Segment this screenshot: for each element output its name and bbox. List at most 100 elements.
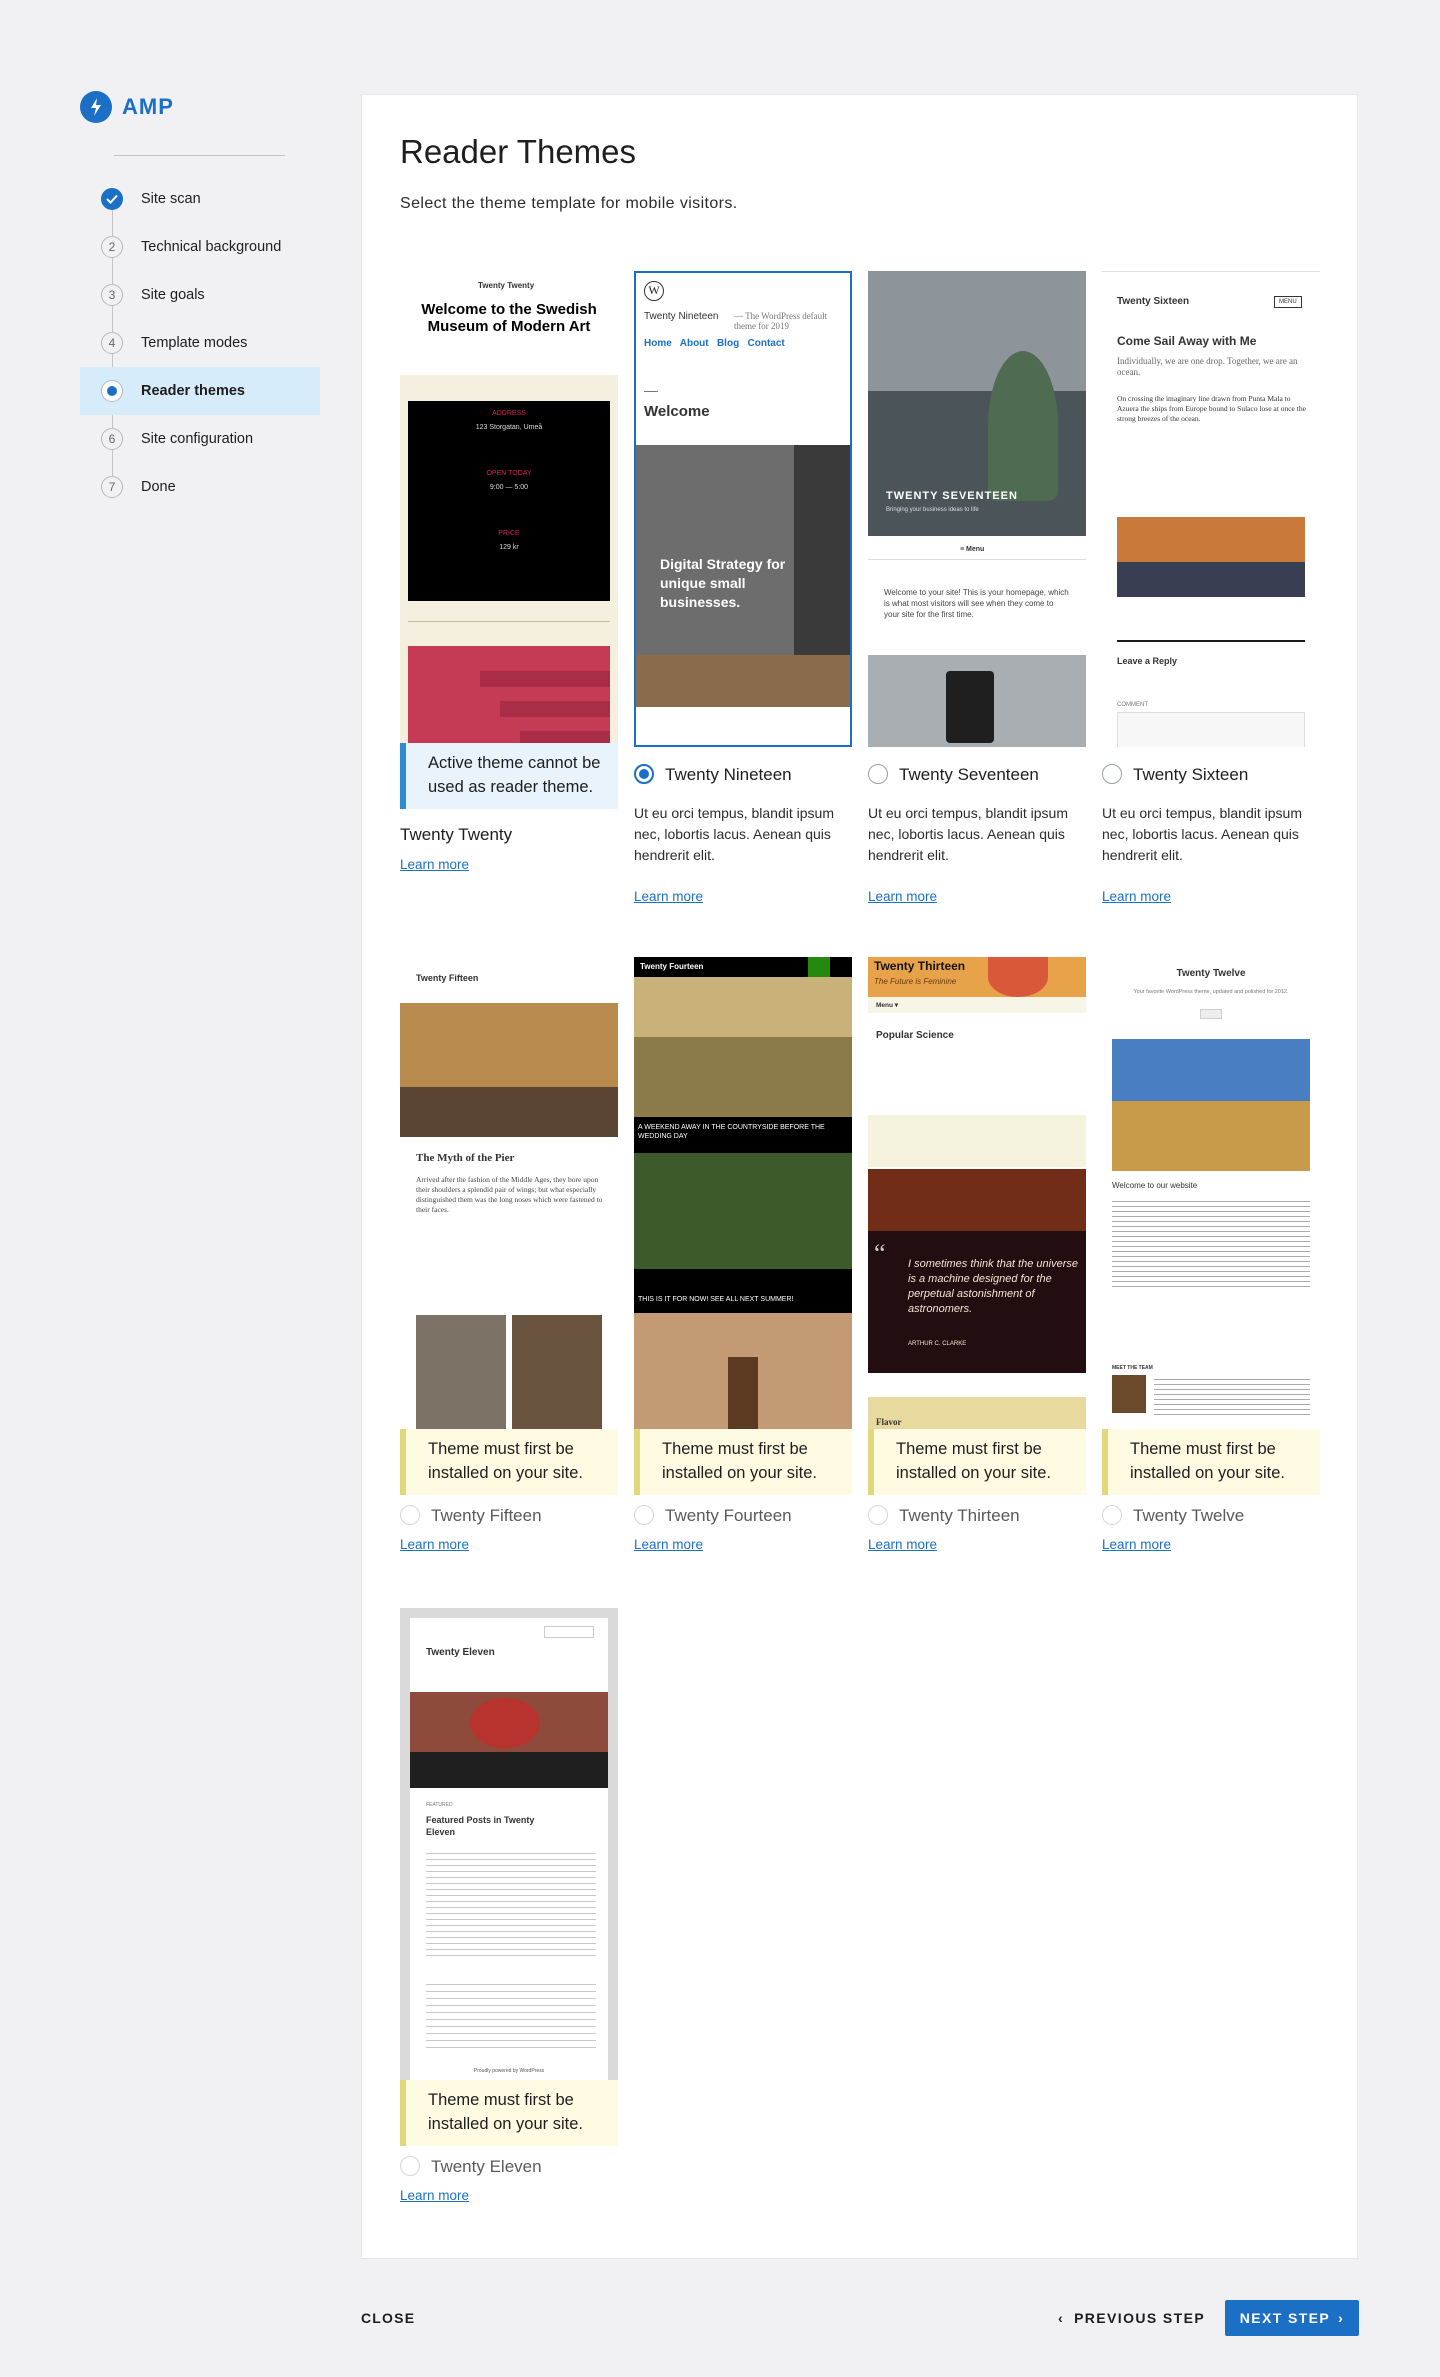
step-site-scan: Site scan [80,175,320,223]
theme-radio-disabled [1102,1505,1122,1525]
check-icon [101,188,123,210]
step-reader-themes: Reader themes [80,367,320,415]
step-label: Site configuration [141,431,254,447]
learn-more-link[interactable]: Learn more [1102,889,1171,904]
mock-quote: I sometimes think that the universe is a… [908,1258,1078,1315]
install-notice: Theme must first be installed on your si… [1102,1429,1320,1495]
mock-post-title: The Myth of the Pier [416,1152,515,1164]
step-site-goals: 3 Site goals [80,271,320,319]
mock-post-title: Popular Science [876,1030,954,1041]
theme-name: Twenty Fifteen [431,1506,542,1525]
step-label: Site scan [141,191,201,207]
learn-more-link[interactable]: Learn more [1102,1537,1171,1552]
install-notice: Theme must first be installed on your si… [634,1429,852,1495]
theme-screenshot[interactable]: W Twenty Nineteen — The WordPress defaul… [634,271,852,747]
learn-more-link[interactable]: Learn more [868,1537,937,1552]
step-done: 7 Done [80,463,320,511]
mock-nav: Home About Blog Contact [644,338,785,349]
learn-more-link[interactable]: Learn more [634,1537,703,1552]
mock-tagline: — The WordPress default theme for 2019 [734,311,828,331]
page-title: Reader Themes [400,133,637,170]
step-number: 7 [101,476,123,498]
mock-featured-label: FEATURED [426,1802,453,1808]
theme-card-twenty-sixteen[interactable]: Twenty Sixteen MENU Come Sail Away with … [1102,271,1320,911]
mock-post-title: Featured Posts in Twenty Eleven [426,1815,535,1837]
mock-site-title: Twenty Sixteen [1117,296,1190,307]
mock-caption: A WEEKEND AWAY IN THE COUNTRYSIDE BEFORE… [638,1124,825,1140]
theme-screenshot: Twenty Fourteen A WEEKEND AWAY IN THE CO… [634,957,852,1433]
install-notice: Theme must first be installed on your si… [868,1429,1086,1495]
learn-more-link[interactable]: Learn more [634,889,703,904]
step-number: 2 [101,236,123,258]
wizard-steps: Site scan 2 Technical background 3 Site … [80,175,320,511]
theme-card-twenty-twelve: Twenty Twelve Your favorite WordPress th… [1102,957,1320,1557]
mock-tagline: Your favorite WordPress theme, updated a… [1133,989,1289,995]
theme-screenshot: Twenty Fifteen The Myth of the Pier Arri… [400,957,618,1433]
mock-flavor: Flavor [876,1417,902,1427]
chevron-left-icon: ‹ [1058,2310,1065,2326]
mock-section-label: MEET THE TEAM [1112,1365,1153,1371]
main-panel: Reader Themes Select the theme template … [361,94,1358,2259]
learn-more-link[interactable]: Learn more [400,857,469,872]
learn-more-link[interactable]: Learn more [400,2188,469,2203]
mock-welcome: Welcome to our website [1112,1181,1198,1190]
previous-step-label: PREVIOUS STEP [1074,2310,1206,2326]
next-step-button[interactable]: NEXT STEP › [1225,2300,1359,2336]
install-notice: Theme must first be installed on your si… [400,2080,618,2146]
mock-label: OPEN TODAY [486,470,532,477]
step-label: Done [141,479,176,495]
theme-radio-selected[interactable] [634,764,654,784]
theme-radio[interactable] [1102,764,1122,784]
theme-card-twenty-eleven: Twenty Eleven FEATURED Featured Posts in… [400,1608,618,2208]
step-label: Site goals [141,287,205,303]
mock-site-title: Twenty Twenty [478,281,535,290]
step-label: Template modes [141,335,248,351]
mock-menu: ≡ Menu [960,546,985,553]
theme-card-twenty-nineteen[interactable]: W Twenty Nineteen — The WordPress defaul… [634,271,852,911]
theme-card-twenty-fourteen: Twenty Fourteen A WEEKEND AWAY IN THE CO… [634,957,852,1557]
theme-screenshot[interactable]: Twenty Sixteen MENU Come Sail Away with … [1102,271,1320,747]
theme-radio-disabled [868,1505,888,1525]
mock-site-title: Twenty Eleven [426,1647,495,1658]
theme-radio-disabled [400,1505,420,1525]
mock-label: ADDRESS [492,410,526,417]
mock-footer: Proudly powered by WordPress [473,2068,545,2074]
theme-name[interactable]: Twenty Seventeen [899,765,1039,785]
mock-site-title: TWENTY SEVENTEEN [886,490,1018,502]
mock-label: PRICE [498,530,520,537]
close-button[interactable]: CLOSE [361,2310,415,2326]
mock-site-title: Twenty Twelve [1176,968,1246,979]
step-number: 3 [101,284,123,306]
mock-site-title: Twenty Thirteen [874,959,966,973]
theme-card-twenty-thirteen: Twenty Thirteen The Future is Feminine M… [868,957,1086,1557]
theme-radio[interactable] [868,764,888,784]
bolt-icon [80,91,112,123]
sidebar-divider [114,155,285,156]
quote-icon: “ [874,1239,886,1268]
wordpress-icon: W [644,281,664,301]
wizard-footer: CLOSE ‹ PREVIOUS STEP NEXT STEP › [0,2300,1440,2336]
active-theme-notice: Active theme cannot be used as reader th… [400,743,618,809]
step-label: Technical background [141,239,282,255]
mock-menu: MENU [1274,296,1302,308]
theme-name[interactable]: Twenty Nineteen [665,765,792,785]
theme-card-twenty-seventeen[interactable]: TWENTY SEVENTEEN Bringing your business … [868,271,1086,911]
step-label: Reader themes [141,383,245,399]
learn-more-link[interactable]: Learn more [868,889,937,904]
step-template-modes: 4 Template modes [80,319,320,367]
theme-name[interactable]: Twenty Sixteen [1133,765,1248,785]
theme-radio-disabled [634,1505,654,1525]
theme-card-twenty-fifteen: Twenty Fifteen The Myth of the Pier Arri… [400,957,618,1557]
theme-screenshot: Twenty Thirteen The Future is Feminine M… [868,957,1086,1433]
current-step-icon [101,380,123,402]
previous-step-button[interactable]: ‹ PREVIOUS STEP [1058,2310,1205,2326]
next-step-label: NEXT STEP [1239,2310,1331,2326]
mock-menu: Menu ▾ [876,1002,899,1009]
theme-name: Twenty Thirteen [899,1506,1020,1525]
step-site-configuration: 6 Site configuration [80,415,320,463]
theme-screenshot[interactable]: TWENTY SEVENTEEN Bringing your business … [868,271,1086,747]
mock-body: Arrived after the fashion of the Middle … [416,1175,603,1214]
learn-more-link[interactable]: Learn more [400,1537,469,1552]
theme-name: Twenty Fourteen [665,1506,792,1525]
theme-screenshot: Twenty Eleven FEATURED Featured Posts in… [400,1608,618,2084]
